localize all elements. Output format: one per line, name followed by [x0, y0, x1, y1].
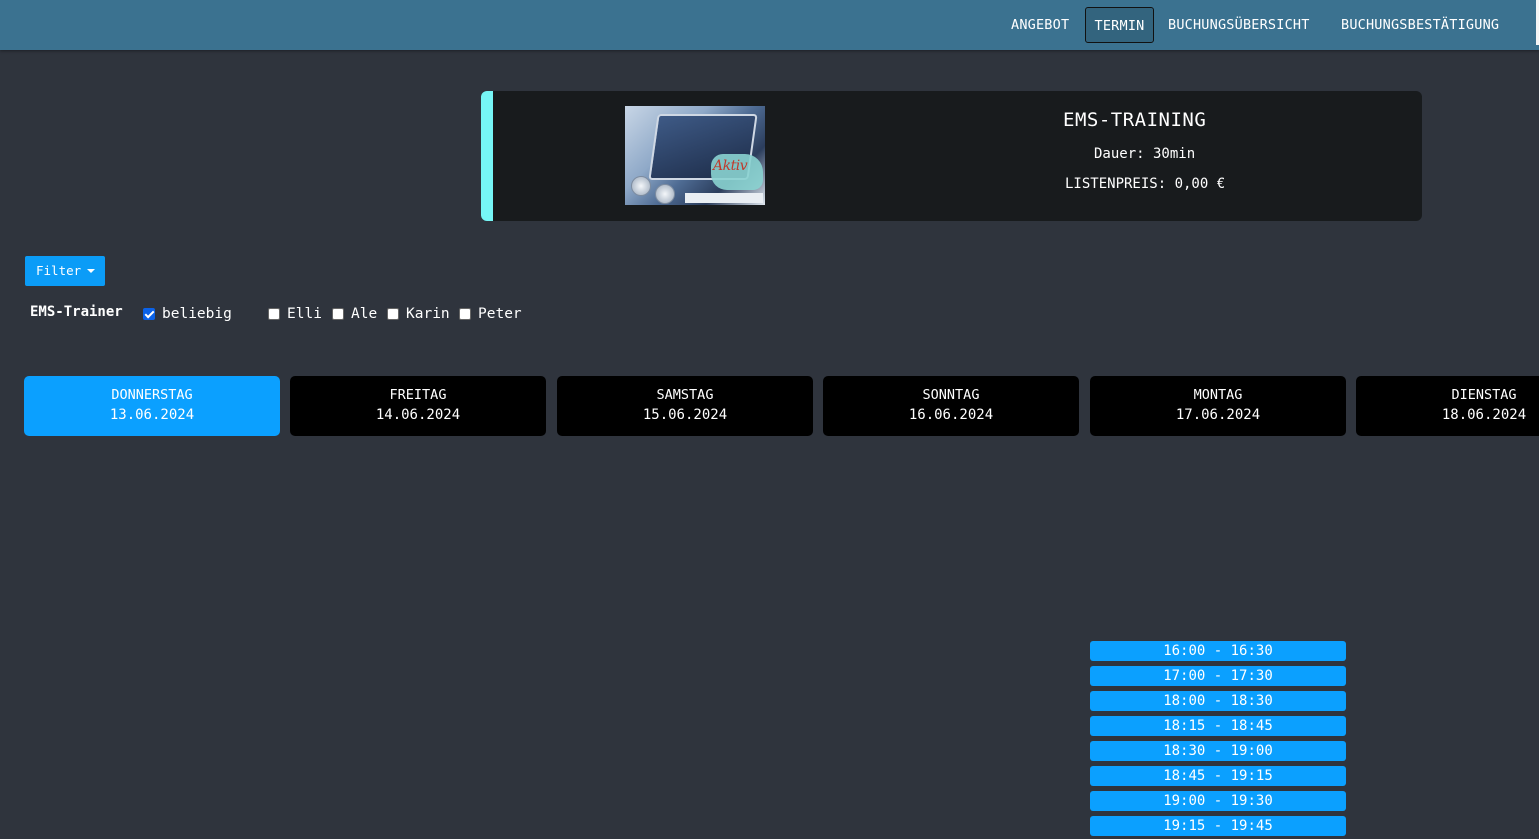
device-knob-icon	[655, 184, 675, 204]
image-caption-strip	[685, 193, 763, 203]
product-card: Aktiv EMS-TRAINING Dauer: 30min LISTENPR…	[481, 91, 1422, 221]
top-navigation-bar: ANGEBOT TERMIN BUCHUNGSÜBERSICHT BUCHUNG…	[0, 0, 1539, 50]
nav-angebot[interactable]: ANGEBOT	[1003, 7, 1077, 43]
time-slot-button[interactable]: 19:15 - 19:45	[1090, 816, 1346, 836]
day-name: SONNTAG	[922, 387, 980, 403]
product-image: Aktiv	[625, 106, 765, 205]
trainer-option-beliebig[interactable]: beliebig	[143, 305, 232, 323]
day-date: 14.06.2024	[375, 407, 461, 423]
product-card-accent	[481, 91, 493, 221]
aktiv-logo: Aktiv	[713, 158, 748, 174]
trainer-option-karin[interactable]: Karin	[387, 305, 450, 323]
day-name: FREITAG	[389, 387, 447, 403]
day-name: DIENSTAG	[1451, 387, 1517, 403]
day-date: 16.06.2024	[908, 407, 994, 423]
day-name: MONTAG	[1193, 387, 1243, 403]
checkbox-label: Ale	[351, 306, 378, 322]
day-tab-donnerstag[interactable]: DONNERSTAG 13.06.2024	[24, 376, 280, 436]
checkbox-elli[interactable]	[268, 308, 280, 320]
time-slot-button[interactable]: 18:00 - 18:30	[1090, 691, 1346, 711]
product-title: EMS-TRAINING	[1063, 109, 1207, 131]
day-date: 15.06.2024	[642, 407, 728, 423]
trainer-option-elli[interactable]: Elli	[268, 305, 322, 323]
checkbox-label: Karin	[406, 306, 450, 322]
nav-buchungsbestaetigung[interactable]: BUCHUNGSBESTÄTIGUNG	[1333, 7, 1507, 43]
nav-buchungsuebersicht[interactable]: BUCHUNGSÜBERSICHT	[1160, 7, 1318, 43]
day-tab-freitag[interactable]: FREITAG 14.06.2024	[290, 376, 546, 436]
checkbox-peter[interactable]	[459, 308, 471, 320]
time-slot-button[interactable]: 16:00 - 16:30	[1090, 641, 1346, 661]
day-date: 17.06.2024	[1175, 407, 1261, 423]
day-tab-samstag[interactable]: SAMSTAG 15.06.2024	[557, 376, 813, 436]
time-slot-button[interactable]: 19:00 - 19:30	[1090, 791, 1346, 811]
day-tab-dienstag[interactable]: DIENSTAG 18.06.2024	[1356, 376, 1539, 436]
filter-button-label: Filter	[36, 263, 82, 278]
checkbox-label: beliebig	[162, 306, 232, 322]
day-date: 13.06.2024	[109, 407, 195, 423]
day-name: DONNERSTAG	[111, 387, 193, 403]
product-price: LISTENPREIS: 0,00 €	[1065, 176, 1226, 192]
trainer-option-ale[interactable]: Ale	[332, 305, 377, 323]
product-duration: Dauer: 30min	[1094, 146, 1196, 162]
day-tab-montag[interactable]: MONTAG 17.06.2024	[1090, 376, 1346, 436]
day-tab-sonntag[interactable]: SONNTAG 16.06.2024	[823, 376, 1079, 436]
trainer-option-peter[interactable]: Peter	[459, 305, 522, 323]
day-name: SAMSTAG	[656, 387, 714, 403]
filter-dropdown-button[interactable]: Filter	[25, 256, 105, 286]
checkbox-karin[interactable]	[387, 308, 399, 320]
caret-down-icon	[87, 269, 95, 273]
checkbox-label: Peter	[478, 306, 522, 322]
device-knob-icon	[631, 176, 651, 196]
time-slot-button[interactable]: 18:45 - 19:15	[1090, 766, 1346, 786]
checkbox-beliebig[interactable]	[143, 308, 155, 320]
time-slot-button[interactable]: 18:30 - 19:00	[1090, 741, 1346, 761]
checkbox-label: Elli	[287, 306, 322, 322]
nav-termin[interactable]: TERMIN	[1085, 7, 1154, 43]
time-slot-button[interactable]: 18:15 - 18:45	[1090, 716, 1346, 736]
trainer-filter-label: EMS-Trainer	[30, 304, 123, 320]
time-slot-button[interactable]: 17:00 - 17:30	[1090, 666, 1346, 686]
day-date: 18.06.2024	[1441, 407, 1527, 423]
checkbox-ale[interactable]	[332, 308, 344, 320]
